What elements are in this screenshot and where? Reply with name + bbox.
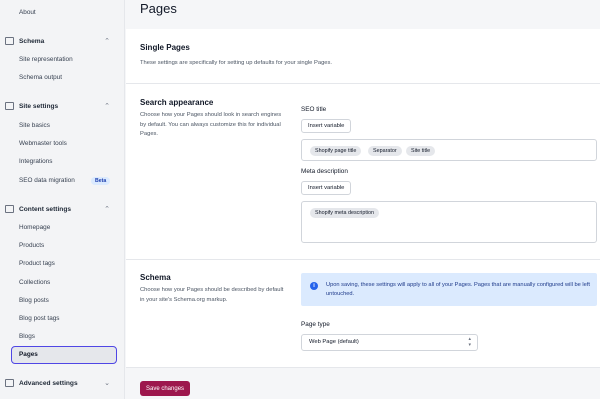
info-notice-text: Upon saving, these settings will apply t… (326, 282, 590, 297)
single-pages-description: These settings are specifically for sett… (140, 60, 333, 66)
sidebar-item-about[interactable]: About (19, 9, 36, 16)
sidebar-item-collections[interactable]: Collections (19, 279, 50, 286)
sidebar-group-advanced-settings[interactable]: Advanced settings ⌄ (5, 377, 110, 389)
insert-variable-button[interactable]: Insert variable (301, 181, 352, 195)
save-changes-button[interactable]: Save changes (140, 381, 191, 396)
schema-title: Schema (140, 273, 171, 282)
site-settings-icon (5, 102, 14, 110)
meta-description-field[interactable]: Shopify meta description (301, 201, 597, 243)
sidebar-item-blogs[interactable]: Blogs (19, 333, 35, 340)
schema-icon (5, 37, 14, 45)
beta-badge: Beta (91, 177, 111, 185)
page-title: Pages (140, 1, 177, 16)
advanced-settings-icon (5, 379, 14, 387)
sidebar-group-schema[interactable]: Schema ⌃ (5, 35, 110, 47)
sidebar-group-label: Content settings (19, 205, 72, 213)
content-settings-icon (5, 205, 14, 213)
seo-title-label: SEO title (301, 106, 327, 113)
info-notice: i Upon saving, these settings will apply… (301, 273, 597, 306)
main-content: Pages Single Pages These settings are sp… (126, 0, 600, 399)
meta-description-label: Meta description (301, 168, 348, 175)
variable-tag[interactable]: Site title (406, 146, 436, 156)
divider (126, 367, 600, 368)
sidebar-item-seo-data-migration[interactable]: SEO data migration (19, 177, 75, 184)
sidebar-item-integrations[interactable]: Integrations (19, 158, 52, 165)
variable-tag[interactable]: Shopify page title (310, 146, 362, 156)
sidebar-group-content-settings[interactable]: Content settings ⌃ (5, 203, 110, 215)
divider (126, 83, 600, 84)
sidebar-item-blog-posts[interactable]: Blog posts (19, 297, 49, 304)
sidebar-group-label: Schema (19, 37, 45, 45)
sidebar-item-webmaster-tools[interactable]: Webmaster tools (19, 140, 67, 147)
page-type-label: Page type (301, 321, 330, 328)
sidebar-item-schema-output[interactable]: Schema output (19, 74, 62, 81)
variable-tag[interactable]: Shopify meta description (310, 208, 380, 218)
sidebar-item-pages-label: Pages (19, 351, 38, 358)
chevron-up-icon: ⌃ (104, 206, 110, 213)
select-arrows-icon: ▴ ▾ (468, 336, 471, 348)
sidebar-item-site-basics[interactable]: Site basics (19, 122, 50, 129)
page-type-value: Web Page (default) (309, 339, 359, 345)
settings-card: Single Pages These settings are specific… (126, 29, 600, 367)
sidebar-item-blog-post-tags[interactable]: Blog post tags (19, 315, 60, 322)
chevron-up-icon: ⌃ (104, 103, 110, 110)
info-icon: i (310, 282, 318, 290)
sidebar-item-site-representation[interactable]: Site representation (19, 56, 73, 63)
sidebar-group-site-settings[interactable]: Site settings ⌃ (5, 100, 110, 112)
sidebar-group-label: Advanced settings (19, 379, 78, 387)
schema-description: Choose how your Pages should be describe… (140, 287, 284, 303)
divider (126, 259, 600, 260)
sidebar-item-product-tags[interactable]: Product tags (19, 260, 55, 267)
sidebar-item-homepage[interactable]: Homepage (19, 224, 50, 231)
sidebar: About Schema ⌃ Site representation Schem… (0, 0, 125, 399)
page-type-select[interactable]: Web Page (default) ▴ ▾ (301, 334, 478, 351)
search-appearance-title: Search appearance (140, 98, 214, 107)
chevron-down-icon: ⌄ (104, 380, 110, 387)
single-pages-title: Single Pages (140, 43, 190, 52)
insert-variable-button[interactable]: Insert variable (301, 119, 352, 133)
seo-title-field[interactable]: Shopify page title Separator Site title (301, 139, 597, 161)
sidebar-group-label: Site settings (19, 102, 59, 110)
variable-tag[interactable]: Separator (368, 146, 402, 156)
sidebar-item-products[interactable]: Products (19, 242, 44, 249)
search-appearance-description: Choose how your Pages should look in sea… (140, 112, 282, 137)
chevron-up-icon: ⌃ (104, 38, 110, 45)
